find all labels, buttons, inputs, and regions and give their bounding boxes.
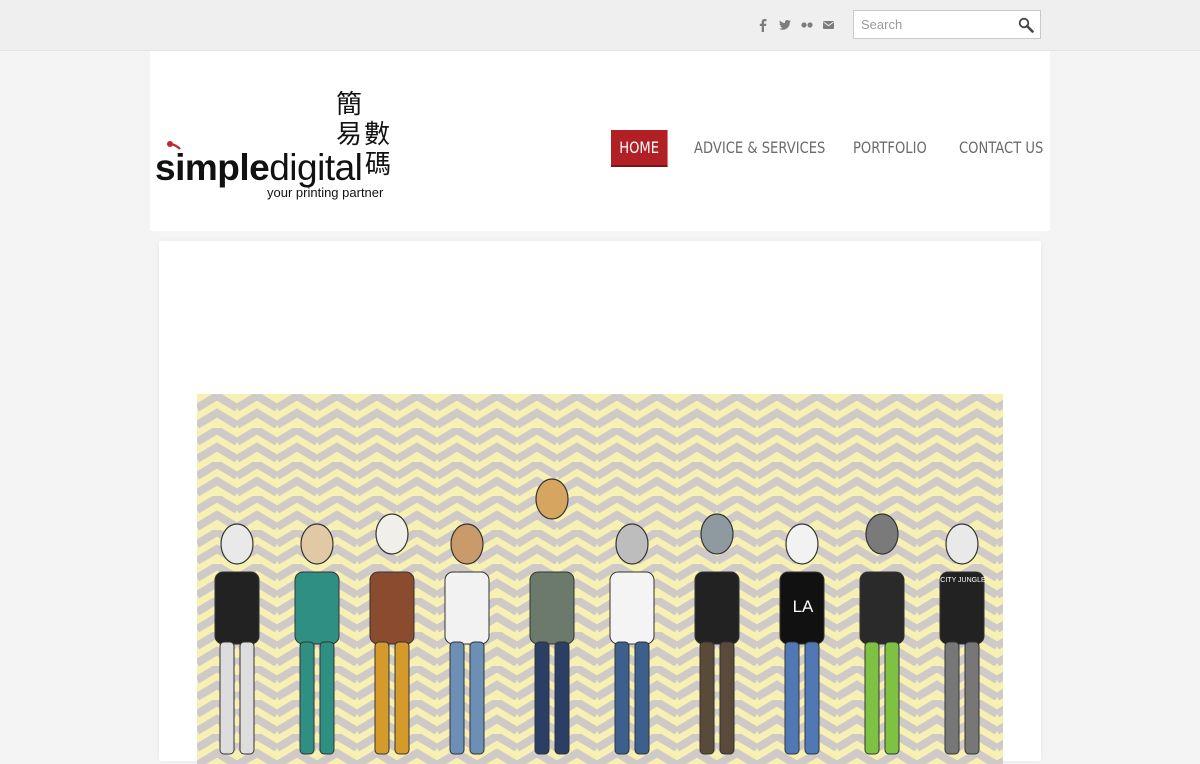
logo-tagline: your printing partner xyxy=(267,185,384,200)
character-leg xyxy=(239,641,255,755)
character-leg xyxy=(299,641,315,755)
nav-home[interactable]: HOME xyxy=(611,130,668,167)
character-body xyxy=(294,571,340,645)
character-leg xyxy=(394,641,410,755)
logo-chinese-2: 易數 xyxy=(336,120,393,150)
character-head xyxy=(450,523,484,565)
character-head xyxy=(945,523,979,565)
flickr-icon[interactable] xyxy=(800,18,813,32)
character-leg xyxy=(944,641,960,755)
site-header: 簡 易數 碼 simpledigital your printing partn… xyxy=(150,51,1050,231)
character-leg xyxy=(554,641,570,755)
facebook-icon[interactable] xyxy=(756,18,769,32)
character-leg xyxy=(634,641,650,755)
search-box[interactable] xyxy=(853,10,1041,39)
hero-image: LA CITY JUNGLE xyxy=(197,394,1003,764)
character-leg xyxy=(884,641,900,755)
character-leg xyxy=(784,641,800,755)
nav-portfolio[interactable]: PORTFOLIO xyxy=(853,130,927,165)
character-head xyxy=(615,523,649,565)
logo-chinese-3: 碼 xyxy=(365,150,392,180)
character-leg xyxy=(864,641,880,755)
character-leg xyxy=(219,641,235,755)
twitter-icon[interactable] xyxy=(778,18,791,32)
character-head xyxy=(700,513,734,555)
character-leg xyxy=(319,641,335,755)
character-leg xyxy=(699,641,715,755)
email-icon[interactable] xyxy=(822,18,835,32)
top-bar xyxy=(0,0,1200,51)
hipster-animals-illustration: LA CITY JUNGLE xyxy=(197,394,1003,764)
character-head xyxy=(535,478,569,520)
character-head xyxy=(785,523,819,565)
character-leg xyxy=(534,641,550,755)
character-body xyxy=(859,571,905,645)
character-leg xyxy=(719,641,735,755)
logo-brand-light: digital xyxy=(269,147,363,188)
logo-wordmark: simpledigital xyxy=(155,147,363,189)
content-panel: LA CITY JUNGLE xyxy=(159,241,1041,764)
character-head xyxy=(375,513,409,555)
character-head xyxy=(865,513,899,555)
character-body xyxy=(444,571,490,645)
character-leg xyxy=(804,641,820,755)
character-leg xyxy=(374,641,390,755)
nav-advice-services[interactable]: ADVICE & SERVICES xyxy=(694,130,825,165)
logo-chinese-1: 簡 xyxy=(336,90,363,120)
hero-shirt-text-la: LA xyxy=(793,597,814,616)
social-links xyxy=(756,17,835,33)
character-leg xyxy=(614,641,630,755)
character-body xyxy=(694,571,740,645)
character-body xyxy=(369,571,415,645)
character-leg xyxy=(964,641,980,755)
nav-contact-us[interactable]: CONTACT US xyxy=(959,130,1043,165)
character-head xyxy=(220,523,254,565)
character-leg xyxy=(469,641,485,755)
site-logo[interactable]: 簡 易數 碼 simpledigital your printing partn… xyxy=(154,91,404,211)
character-body xyxy=(214,571,260,645)
search-icon[interactable] xyxy=(1018,17,1034,33)
character-head xyxy=(300,523,334,565)
search-input[interactable] xyxy=(861,17,1011,32)
character-body xyxy=(529,571,575,645)
character-leg xyxy=(449,641,465,755)
character-body xyxy=(609,571,655,645)
hero-shirt-text-city: CITY JUNGLE xyxy=(940,577,986,584)
logo-brand-bold: simple xyxy=(155,147,270,188)
